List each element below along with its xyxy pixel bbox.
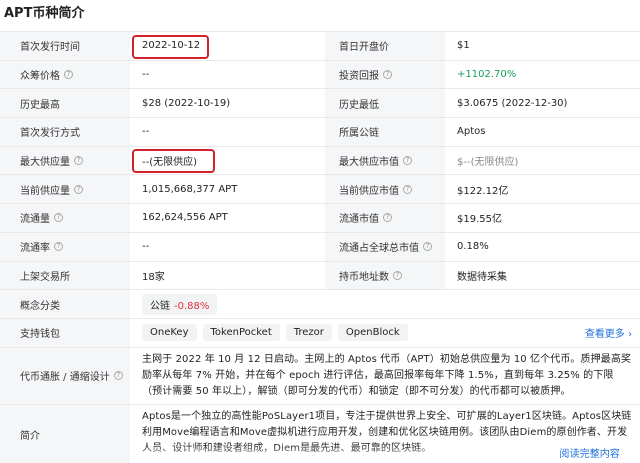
first-day-open-price: $1 [457, 40, 470, 52]
concept-tags: 公链 -0.88% [130, 290, 640, 318]
intro-row: 简介 Aptos是一个独立的高性能PoSLayer1项目，专注于提供世界上安全、… [0, 404, 640, 463]
circulating-supply-label: 流通量 [20, 214, 50, 226]
roi-value: +1102.70% [457, 69, 517, 81]
row-label: 流通占全球总市值? [325, 232, 445, 261]
help-icon[interactable]: ? [54, 213, 63, 223]
row-label: 首次发行时间 [0, 32, 130, 60]
wallet-onekey[interactable]: OneKey [142, 324, 197, 342]
max-supply: --(无限供应) [130, 147, 325, 175]
circulation-rate: -- [142, 241, 150, 253]
max-supply-cap-label: 最大供应市值 [339, 157, 399, 169]
row-label: 当前供应量? [0, 175, 130, 204]
row-label: 所属公链 [325, 118, 445, 146]
roi-label: 投资回报 [339, 71, 379, 83]
row-label: 首次发行方式 [0, 118, 130, 146]
circulating-cap-label: 流通市值 [339, 214, 379, 226]
row-label: 众筹价格? [0, 60, 130, 89]
intro-text-wrap: Aptos是一个独立的高性能PoSLayer1项目，专注于提供世界上安全、可扩展… [142, 405, 640, 463]
row-label: 首日开盘价 [325, 32, 445, 60]
circulation-rate-label: 流通率 [20, 243, 50, 255]
current-supply-cap-label: 当前供应市值 [339, 185, 399, 197]
global-share: 0.18% [457, 241, 489, 253]
max-supply-cap: $--(无限供应) [457, 157, 519, 169]
max-supply-label: 最大供应量 [20, 157, 70, 169]
tokenomics-row: 代币通胀 / 通缩设计? 主网于 2022 年 10 月 12 日启动。主网上的… [0, 347, 640, 405]
help-icon[interactable]: ? [383, 70, 392, 80]
tokenomics-text-cell: 主网于 2022 年 10 月 12 日启动。主网上的 Aptos 代币（APT… [130, 348, 640, 404]
row-label: 最大供应市值? [325, 146, 445, 175]
wallet-trezor[interactable]: Trezor [285, 324, 332, 342]
row-label: 简介 [0, 404, 130, 463]
concept-tag-label: 公链 [150, 300, 170, 312]
table-row: 上架交易所 18家 持币地址数? 数据待采集 [0, 261, 640, 291]
help-icon[interactable]: ? [54, 242, 63, 252]
exchange-count[interactable]: 18家 [130, 262, 325, 290]
row-label: 持币地址数? [325, 261, 445, 290]
highlight-box [132, 148, 215, 173]
view-more-link[interactable]: 查看更多 › [585, 325, 632, 340]
intro-text-cell: Aptos是一个独立的高性能PoSLayer1项目，专注于提供世界上安全、可扩展… [130, 405, 640, 463]
all-time-low: $3.0675 (2022-12-30) [457, 97, 568, 109]
concept-tag-change: -0.88% [174, 300, 210, 312]
row-label: 历史最低 [325, 89, 445, 118]
crowdfund-price: -- [142, 69, 150, 81]
help-icon[interactable]: ? [113, 371, 123, 381]
row-label: 流通市值? [325, 204, 445, 232]
circulating-cap: $19.55亿 [457, 214, 502, 226]
table-row: 众筹价格? -- 投资回报? +1102.70% [0, 60, 640, 90]
help-icon[interactable]: ? [403, 156, 412, 166]
table-row: 首次发行时间 2022-10-12 首日开盘价 $1 [0, 32, 640, 61]
row-label: 投资回报? [325, 60, 445, 89]
row-label: 历史最高 [0, 89, 130, 118]
row-label: 支持钱包 [0, 318, 130, 347]
highlight-box [132, 35, 209, 59]
help-icon[interactable]: ? [64, 70, 73, 80]
wallet-list: OneKey TokenPocket Trezor OpenBlock 查看更多… [130, 319, 640, 347]
first-issue-date: 2022-10-12 [130, 32, 325, 60]
page-title: APT币种简介 [4, 6, 85, 21]
help-icon[interactable]: ? [74, 184, 83, 194]
read-more-link[interactable]: 阅读完整内容 [555, 446, 620, 463]
global-share-label: 流通占全球总市值 [339, 243, 419, 255]
table-row: 历史最高 $28 (2022-10-19) 历史最低 $3.0675 (2022… [0, 89, 640, 119]
row-label: 流通量? [0, 204, 130, 232]
row-label: 最大供应量? [0, 146, 130, 175]
table-row: 首次发行方式 -- 所属公链 Aptos [0, 118, 640, 147]
help-icon[interactable]: ? [393, 270, 402, 280]
table-row: 当前供应量? 1,015,668,377 APT 当前供应市值? $122.12… [0, 175, 640, 205]
row-label: 当前供应市值? [325, 175, 445, 204]
row-label: 上架交易所 [0, 261, 130, 290]
issue-method: -- [142, 126, 150, 138]
holder-count: 数据待采集 [457, 271, 507, 283]
row-label: 流通率? [0, 232, 130, 261]
current-supply-label: 当前供应量 [20, 185, 70, 197]
table-row: 流通量? 162,624,556 APT 流通市值? $19.55亿 [0, 204, 640, 233]
help-icon[interactable]: ? [74, 156, 83, 166]
table-row: 流通率? -- 流通占全球总市值? 0.18% [0, 232, 640, 262]
all-time-high: $28 (2022-10-19) [142, 97, 231, 109]
concept-tag[interactable]: 公链 -0.88% [142, 293, 218, 315]
tokenomics-label: 代币通胀 / 通缩设计 [20, 372, 110, 384]
row-label: 概念分类 [0, 290, 130, 318]
row-label: 代币通胀 / 通缩设计? [0, 347, 130, 404]
table-row: 最大供应量? --(无限供应) 最大供应市值? $--(无限供应) [0, 146, 640, 176]
wallet-row: 支持钱包 OneKey TokenPocket Trezor OpenBlock… [0, 318, 640, 348]
current-supply: 1,015,668,377 APT [142, 183, 238, 195]
wallet-openblock[interactable]: OpenBlock [337, 324, 408, 342]
concept-row: 概念分类 公链 -0.88% [0, 290, 640, 319]
circulating-supply: 162,624,556 APT [142, 212, 228, 224]
coin-info-table: 首次发行时间 2022-10-12 首日开盘价 $1 众筹价格? -- 投资回报… [0, 31, 640, 463]
help-icon[interactable]: ? [423, 242, 432, 252]
crowdfund-price-label: 众筹价格 [20, 71, 60, 83]
wallet-tokenpocket[interactable]: TokenPocket [202, 324, 280, 342]
tokenomics-text: 主网于 2022 年 10 月 12 日启动。主网上的 Aptos 代币（APT… [142, 353, 632, 397]
help-icon[interactable]: ? [403, 184, 412, 194]
chain: Aptos [457, 126, 486, 138]
help-icon[interactable]: ? [383, 213, 392, 223]
current-supply-cap: $122.12亿 [457, 185, 509, 197]
holder-count-label: 持币地址数 [339, 271, 389, 283]
